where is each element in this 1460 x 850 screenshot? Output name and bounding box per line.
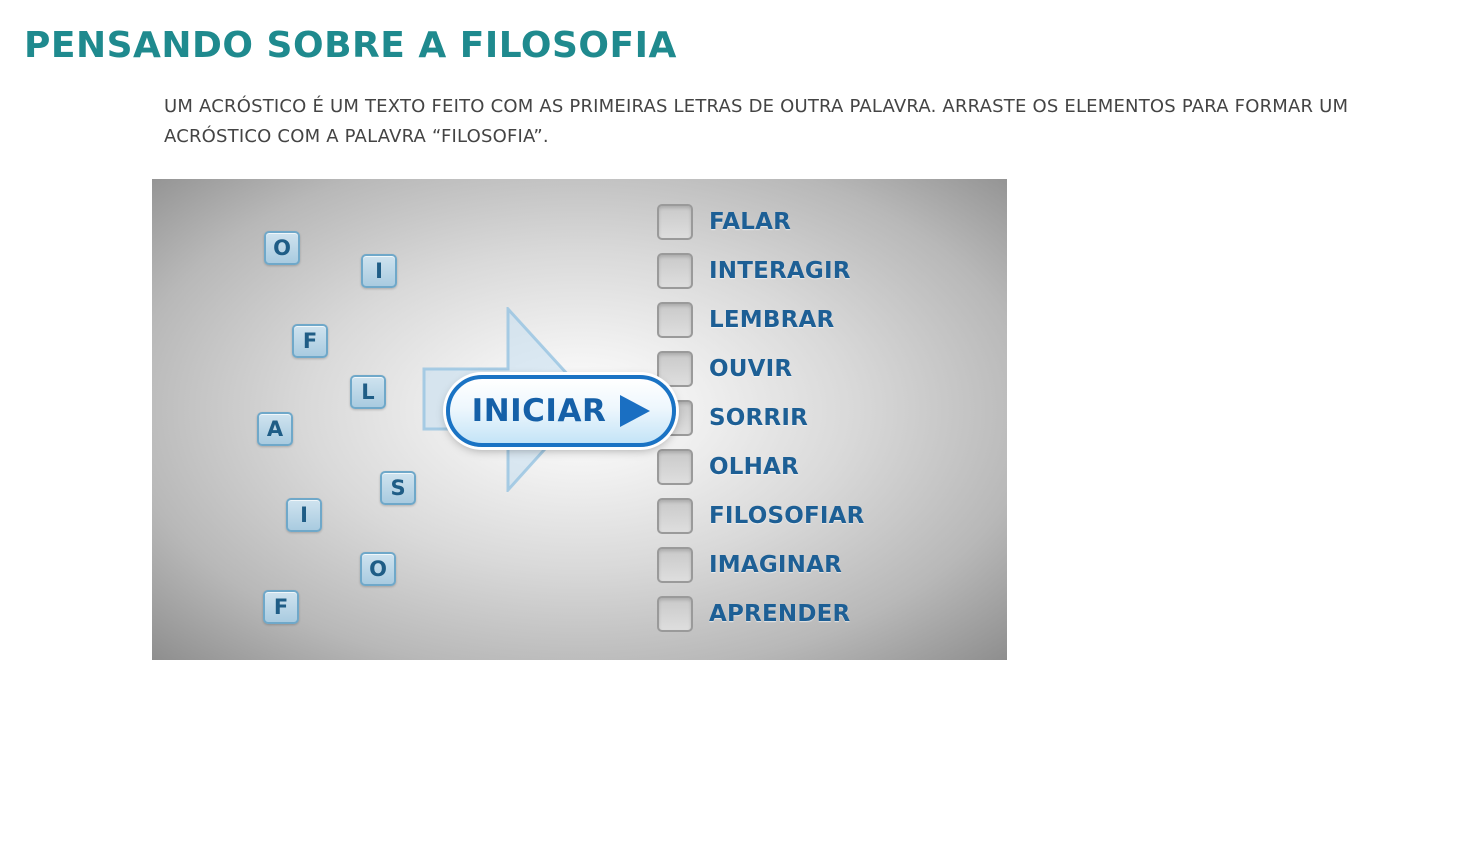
- word-row-interagir: INTERAGIR: [657, 251, 851, 291]
- start-button-label: INICIAR: [471, 393, 607, 429]
- word-label: OLHAR: [709, 454, 799, 480]
- word-row-falar: FALAR: [657, 202, 791, 242]
- letter-tile-o-2[interactable]: O: [360, 552, 396, 586]
- word-row-sorrir: SORRIR: [657, 398, 808, 438]
- play-icon: [620, 395, 651, 427]
- drop-slot-6[interactable]: [657, 449, 693, 485]
- word-label: FALAR: [709, 209, 792, 235]
- word-row-filosofiar: FILOSOFIAR: [657, 496, 865, 536]
- letter-tile-f[interactable]: F: [292, 324, 328, 358]
- drop-slot-3[interactable]: [657, 302, 693, 338]
- word-row-imaginar: IMAGINAR: [657, 545, 842, 585]
- word-label: SORRIR: [709, 405, 809, 431]
- letter-tile-l[interactable]: L: [350, 375, 386, 409]
- letter-tile-o[interactable]: O: [264, 231, 300, 265]
- letter-tile-a[interactable]: A: [257, 412, 293, 446]
- drop-slot-9[interactable]: [657, 596, 693, 632]
- start-button[interactable]: INICIAR: [446, 375, 676, 447]
- word-row-aprender: APRENDER: [657, 594, 850, 634]
- letter-tile-s[interactable]: S: [380, 471, 416, 505]
- word-label: OUVIR: [709, 356, 793, 382]
- word-label: FILOSOFIAR: [709, 503, 865, 529]
- word-row-lembrar: LEMBRAR: [657, 300, 834, 340]
- page-title: PENSANDO SOBRE A FILOSOFIA: [24, 25, 677, 66]
- drop-slot-2[interactable]: [657, 253, 693, 289]
- drop-slot-1[interactable]: [657, 204, 693, 240]
- letter-tile-i-2[interactable]: I: [286, 498, 322, 532]
- letter-tile-f-2[interactable]: F: [263, 590, 299, 624]
- word-row-olhar: OLHAR: [657, 447, 799, 487]
- drop-slot-8[interactable]: [657, 547, 693, 583]
- drop-slot-7[interactable]: [657, 498, 693, 534]
- instructions-text: UM ACRÓSTICO É UM TEXTO FEITO COM AS PRI…: [164, 96, 1349, 147]
- acrostic-activity: O I F L A S I O F FALAR INTERAGIR LEMBRA…: [152, 179, 1007, 660]
- word-row-ouvir: OUVIR: [657, 349, 792, 389]
- word-label: INTERAGIR: [709, 258, 851, 284]
- drop-slot-4[interactable]: [657, 351, 693, 387]
- letter-tile-i[interactable]: I: [361, 254, 397, 288]
- word-label: APRENDER: [709, 601, 851, 627]
- word-label: LEMBRAR: [709, 307, 835, 333]
- word-label: IMAGINAR: [709, 552, 843, 578]
